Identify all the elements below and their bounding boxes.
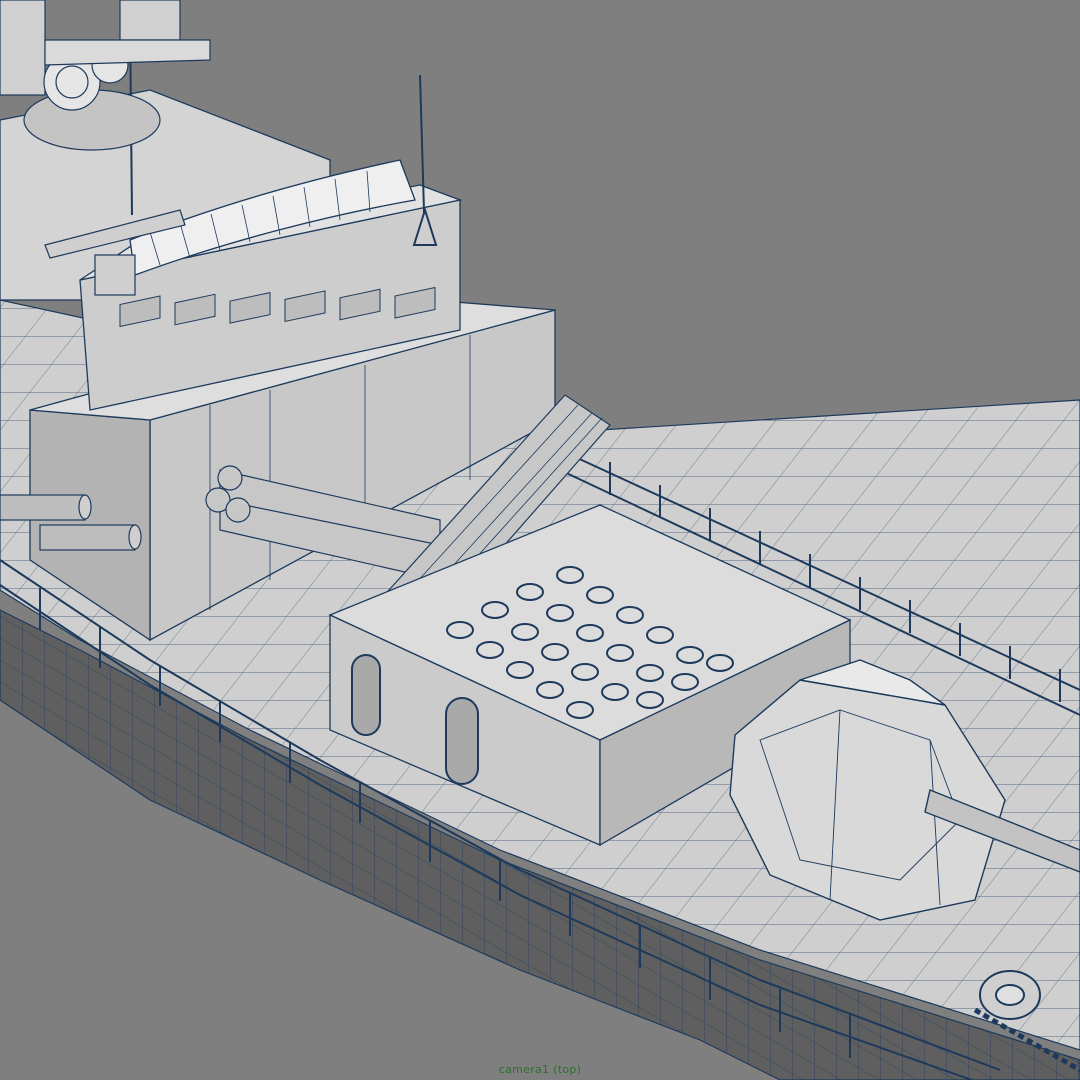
- maya-viewport[interactable]: camera1 (top): [0, 0, 1080, 1080]
- camera-label: camera1 (top): [498, 1063, 582, 1076]
- ship-wireframe-model[interactable]: [0, 0, 1080, 1080]
